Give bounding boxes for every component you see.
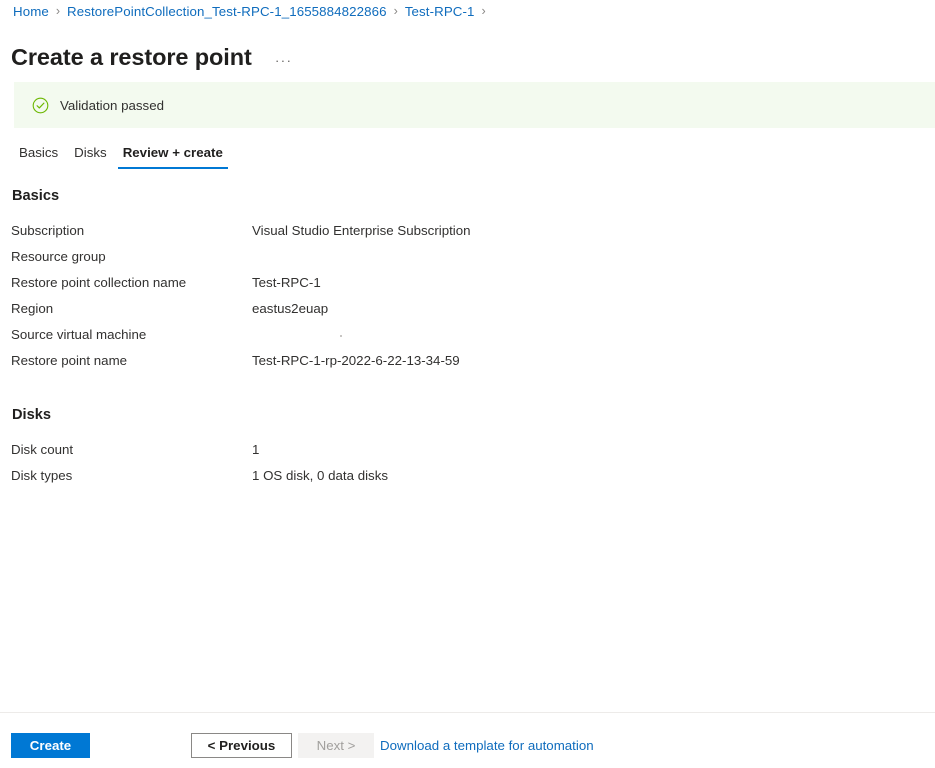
detail-row-subscription: Subscription Visual Studio Enterprise Su… (11, 220, 921, 246)
breadcrumb-chevron-icon: › (393, 4, 398, 18)
detail-row-source-virtual-machine: Source virtual machine (11, 324, 921, 350)
ellipsis-horizontal-icon[interactable]: ··· (272, 45, 296, 69)
section-heading-disks: Disks (12, 407, 51, 423)
section-basics: Basics Subscription Visual Studio Enterp… (11, 186, 921, 376)
detail-label: Disk count (11, 442, 74, 457)
validation-message: Validation passed (60, 97, 164, 113)
breadcrumb-chevron-icon: › (481, 4, 486, 18)
create-button[interactable]: Create (11, 733, 90, 758)
breadcrumb-item-home[interactable]: Home (13, 4, 49, 19)
breadcrumb-item-restore-point-collection[interactable]: RestorePointCollection_Test-RPC-1_165588… (67, 4, 387, 19)
section-disks: Disks Disk count 1 Disk types 1 OS disk,… (11, 405, 921, 491)
breadcrumb: Home › RestorePointCollection_Test-RPC-1… (13, 0, 493, 22)
detail-label: Subscription (11, 223, 85, 238)
detail-label: Region (11, 301, 54, 316)
detail-row-region: Region eastus2euap (11, 298, 921, 324)
detail-value: Test-RPC-1 (252, 275, 321, 290)
render-artifact-dot (340, 335, 342, 337)
wizard-footer: Create < Previous Next > Download a temp… (0, 713, 935, 768)
page-title: Create a restore point (11, 43, 252, 70)
detail-label: Disk types (11, 468, 73, 483)
previous-button[interactable]: < Previous (191, 733, 292, 758)
tab-review-create[interactable]: Review + create (115, 145, 231, 169)
detail-value: Test-RPC-1-rp-2022-6-22-13-34-59 (252, 353, 460, 368)
detail-value: 1 OS disk, 0 data disks (252, 468, 388, 483)
next-button: Next > (298, 733, 374, 758)
detail-row-disk-types: Disk types 1 OS disk, 0 data disks (11, 465, 921, 491)
detail-label: Restore point name (11, 353, 128, 368)
breadcrumb-item-test-rpc-1[interactable]: Test-RPC-1 (405, 4, 475, 19)
detail-row-disk-count: Disk count 1 (11, 439, 921, 465)
detail-row-resource-group: Resource group (11, 246, 921, 272)
create-restore-point-page: Home › RestorePointCollection_Test-RPC-1… (0, 0, 935, 768)
detail-row-restore-point-collection-name: Restore point collection name Test-RPC-1 (11, 272, 921, 298)
wizard-tabs: Basics Disks Review + create (11, 139, 231, 169)
tab-basics[interactable]: Basics (11, 145, 66, 169)
review-content: Basics Subscription Visual Studio Enterp… (11, 186, 921, 491)
detail-label: Resource group (11, 249, 106, 264)
detail-row-restore-point-name: Restore point name Test-RPC-1-rp-2022-6-… (11, 350, 921, 376)
detail-label: Source virtual machine (11, 327, 147, 342)
detail-value: eastus2euap (252, 301, 329, 316)
check-circle-icon (32, 97, 49, 113)
section-heading-basics: Basics (12, 188, 60, 204)
detail-value: 1 (252, 442, 260, 457)
tab-disks[interactable]: Disks (66, 145, 115, 169)
detail-label: Restore point collection name (11, 275, 187, 290)
breadcrumb-chevron-icon: › (55, 4, 61, 18)
download-template-link[interactable]: Download a template for automation (380, 738, 594, 754)
validation-banner: Validation passed (14, 82, 935, 128)
detail-value: Visual Studio Enterprise Subscription (252, 223, 471, 238)
title-row: Create a restore point ··· (11, 26, 296, 87)
